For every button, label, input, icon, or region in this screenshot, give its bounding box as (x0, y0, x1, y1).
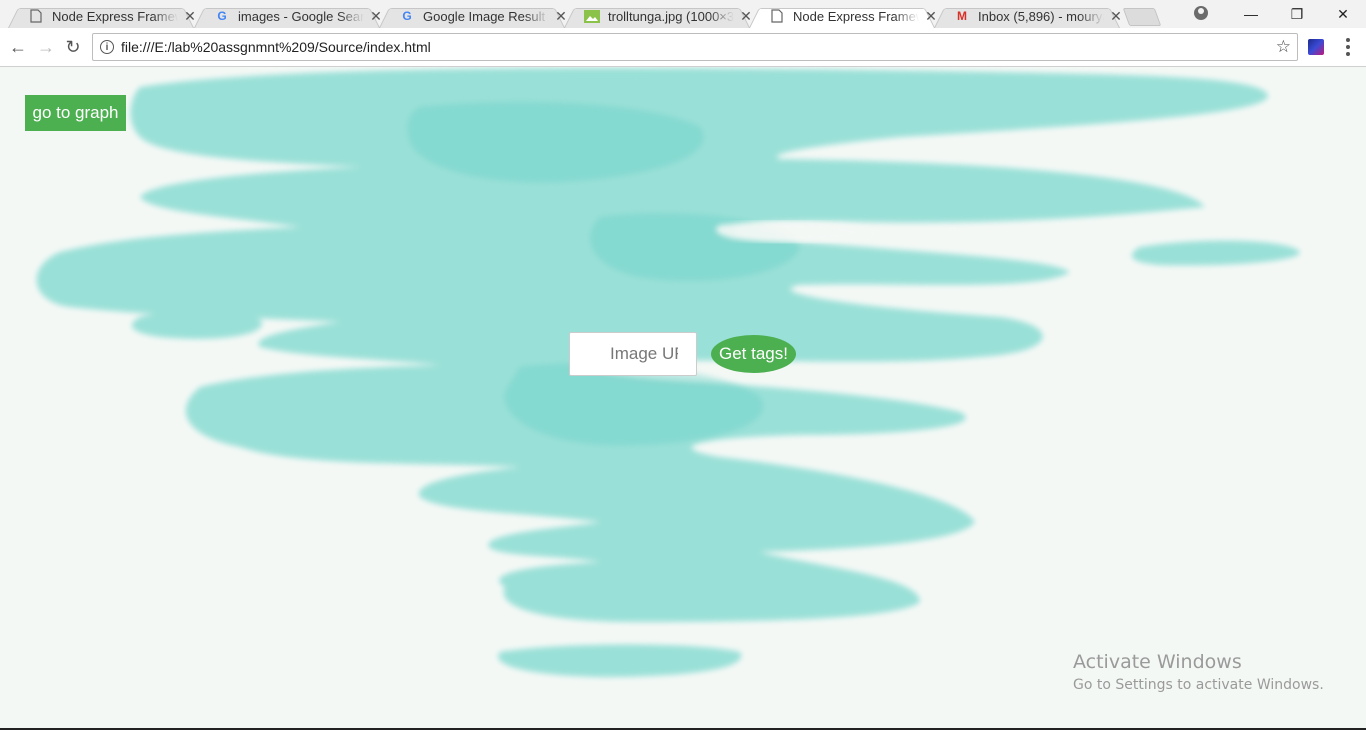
menu-icon[interactable] (1340, 38, 1356, 56)
image-url-input[interactable] (569, 332, 697, 376)
activate-windows-subtitle: Go to Settings to activate Windows. (1073, 677, 1324, 693)
go-to-graph-button[interactable]: go to graph (25, 95, 126, 131)
page-viewport: go to graph Get tags! Activate Windows G… (0, 67, 1366, 728)
tab-title: Inbox (5,896) - mourya (978, 8, 1104, 24)
info-icon[interactable]: i (100, 40, 114, 54)
image-icon (584, 8, 600, 24)
reload-icon[interactable]: ↻ (63, 36, 83, 58)
close-icon[interactable]: ✕ (925, 8, 937, 25)
tab-title: Node Express Framewo (793, 8, 919, 24)
window-controls: — ❐ ✕ (1228, 0, 1366, 28)
tab-title: Google Image Result fo (423, 8, 549, 24)
close-icon[interactable]: ✕ (370, 8, 382, 25)
get-tags-button[interactable]: Get tags! (711, 335, 796, 373)
address-url[interactable]: file:///E:/lab%20assgnmnt%209/Source/ind… (121, 39, 1276, 55)
close-window-icon[interactable]: ✕ (1320, 0, 1366, 28)
tab-node-express-1[interactable]: Node Express Framewo ✕ (6, 4, 196, 28)
page-icon (769, 8, 785, 24)
activate-windows-title: Activate Windows (1073, 651, 1242, 673)
bookmark-star-icon[interactable]: ☆ (1276, 37, 1291, 57)
watercolor-background (36, 67, 1300, 677)
activate-windows-watermark: Activate Windows Go to Settings to activ… (1073, 651, 1324, 693)
browser-toolbar: ← → ↻ i file:///E:/lab%20assgnmnt%209/So… (0, 28, 1366, 67)
restore-icon[interactable]: ❐ (1274, 0, 1320, 28)
page-icon (28, 8, 44, 24)
gmail-icon: M (957, 9, 967, 23)
new-tab-button[interactable] (1122, 8, 1162, 26)
tab-google-image-result[interactable]: G Google Image Result fo ✕ (377, 4, 567, 28)
tab-node-express-active[interactable]: Node Express Framewo ✕ (747, 4, 937, 28)
google-icon: G (402, 9, 412, 23)
close-icon[interactable]: ✕ (740, 8, 752, 25)
tab-title: Node Express Framewo (52, 8, 178, 24)
tab-trolltunga[interactable]: trolltunga.jpg (1000×30 ✕ (562, 4, 752, 28)
tab-google-search[interactable]: G images - Google Search ✕ (192, 4, 382, 28)
tab-title: images - Google Search (238, 8, 364, 24)
address-bar[interactable]: i file:///E:/lab%20assgnmnt%209/Source/i… (92, 33, 1298, 61)
extension-icon[interactable] (1308, 39, 1324, 55)
tab-title: trolltunga.jpg (1000×30 (608, 8, 734, 24)
close-icon[interactable]: ✕ (184, 8, 196, 25)
close-icon[interactable]: ✕ (1110, 8, 1122, 25)
tab-gmail-inbox[interactable]: M Inbox (5,896) - mourya ✕ (932, 4, 1122, 28)
minimize-icon[interactable]: — (1228, 0, 1274, 28)
profile-icon[interactable] (1194, 6, 1208, 20)
close-icon[interactable]: ✕ (555, 8, 567, 25)
forward-icon[interactable]: → (36, 36, 56, 58)
back-icon[interactable]: ← (8, 36, 28, 58)
google-icon: G (217, 9, 227, 23)
